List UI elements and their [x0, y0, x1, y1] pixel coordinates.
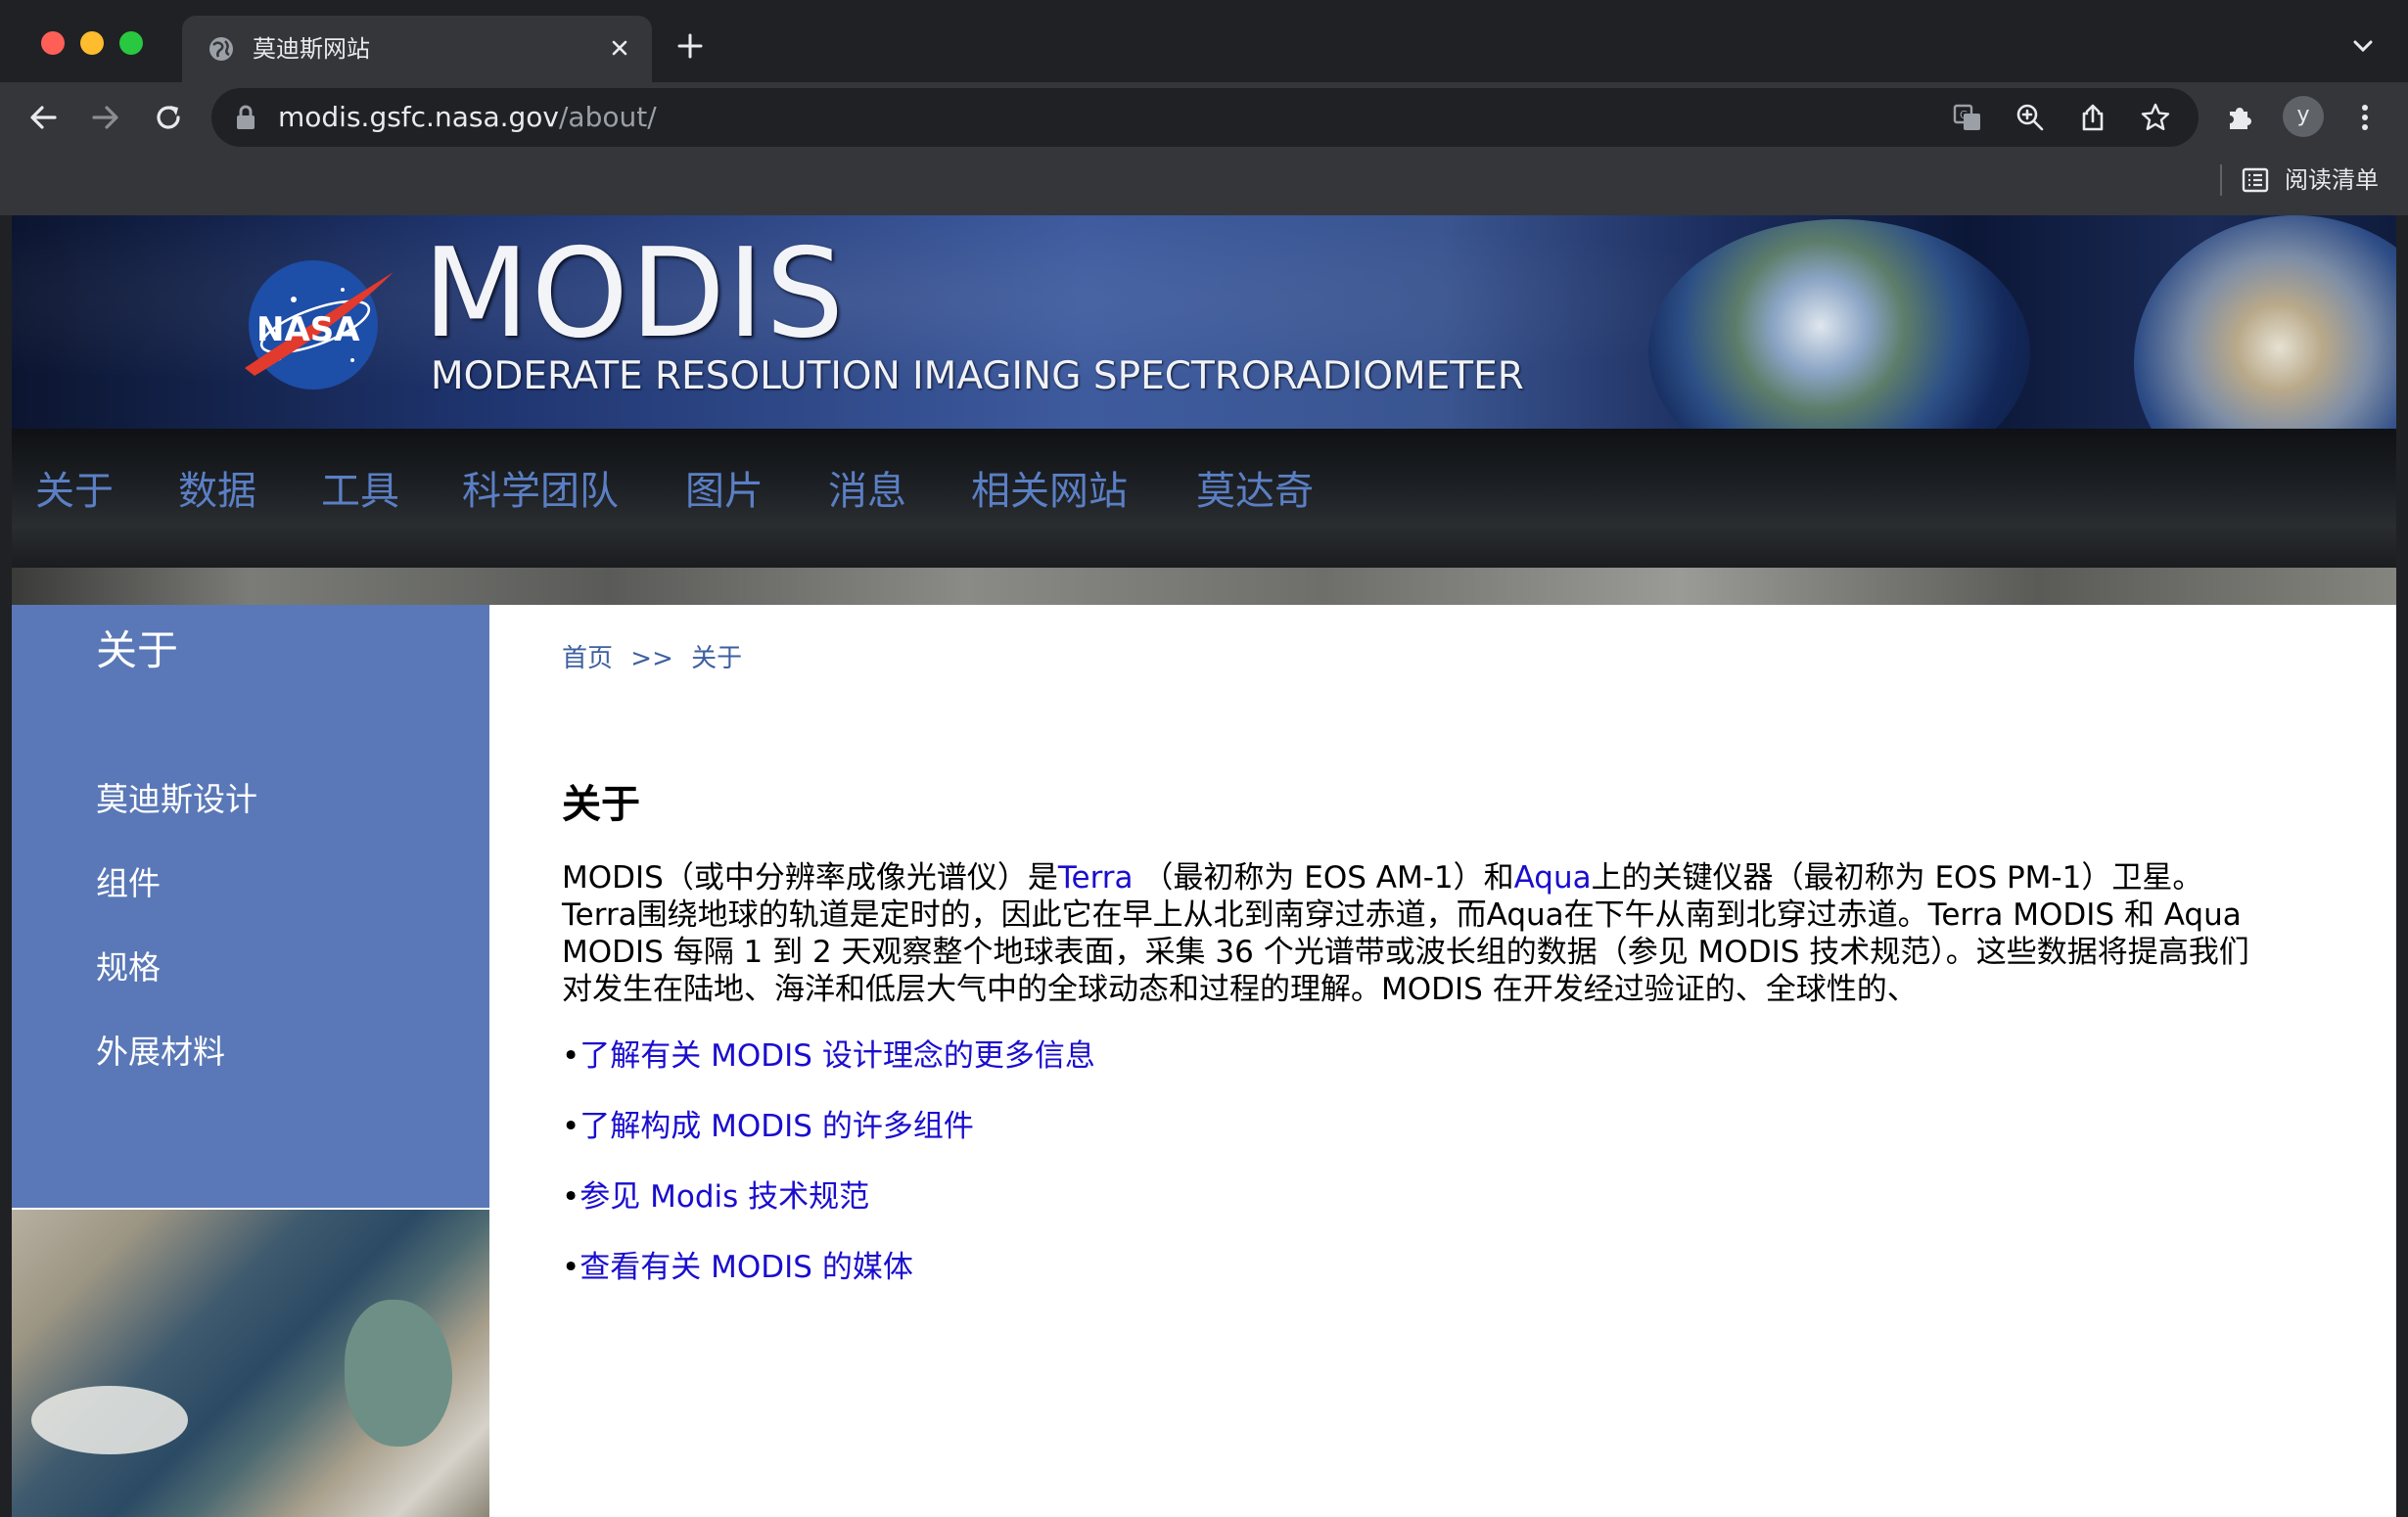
lock-icon[interactable] [235, 105, 256, 130]
maximize-window-button[interactable] [119, 31, 143, 55]
extensions-icon[interactable] [2222, 100, 2257, 135]
nav-item-science-team[interactable]: 科学团队 [462, 464, 619, 519]
nav-item-related-sites[interactable]: 相关网站 [971, 464, 1128, 519]
aqua-link[interactable]: Aqua [1514, 860, 1592, 896]
back-icon[interactable] [25, 100, 61, 135]
translate-icon[interactable]: G [1952, 102, 1983, 133]
link-media[interactable]: 查看有关 MODIS 的媒体 [579, 1250, 913, 1285]
reading-list-button[interactable]: 阅读清单 [2285, 164, 2379, 196]
globe-icon [209, 37, 233, 61]
list-item: •了解有关 MODIS 设计理念的更多信息 [562, 1035, 1095, 1077]
sidebar-item-outreach[interactable]: 外展材料 [96, 1030, 225, 1075]
bullet-symbol: • [562, 1109, 580, 1144]
close-icon[interactable] [605, 33, 634, 63]
browser-tab[interactable]: 莫迪斯网站 [182, 16, 652, 82]
bookmarks-bar [0, 155, 2408, 215]
site-title[interactable]: MODIS [423, 225, 846, 362]
address-bar[interactable]: modis.gsfc.nasa.gov/about/ G [211, 88, 2199, 147]
breadcrumb: 首页 >> 关于 [562, 640, 742, 677]
share-icon[interactable] [2077, 102, 2108, 133]
bookmarks-divider [2220, 164, 2222, 196]
bullet-symbol: • [562, 1038, 580, 1074]
paragraph-text: 上的关键仪器（最初称为 EOS PM-1）卫星。 [1591, 860, 2203, 896]
intro-paragraph: MODIS（或中分辨率成像光谱仪）是Terra （最初称为 EOS AM-1）和… [562, 859, 2363, 1008]
forward-icon[interactable] [88, 100, 123, 135]
minimize-window-button[interactable] [80, 31, 104, 55]
more-icon[interactable] [2347, 100, 2383, 135]
breadcrumb-current[interactable]: 关于 [691, 644, 742, 673]
sidebar-title: 关于 [96, 626, 179, 674]
paragraph-line-2: Terra围绕地球的轨道是定时的，因此它在早上从北到南穿过赤道，而Aqua在下午… [562, 897, 2242, 933]
zoom-icon[interactable] [2014, 102, 2046, 133]
nav-item-news[interactable]: 消息 [828, 464, 906, 519]
reload-icon[interactable] [151, 100, 186, 135]
url-text[interactable]: modis.gsfc.nasa.gov/about/ [278, 101, 657, 134]
paragraph-text: （最初称为 EOS AM-1）和 [1133, 860, 1514, 896]
satellite-image-cloud [31, 1386, 188, 1454]
profile-avatar[interactable]: y [2283, 96, 2324, 137]
nasa-logo[interactable]: NASA [235, 251, 401, 397]
paragraph-line-3: MODIS 每隔 1 到 2 天观察整个地球表面，采集 36 个光谱带或波长组的… [562, 935, 2249, 970]
sidebar-item-design[interactable]: 莫迪斯设计 [96, 777, 257, 822]
link-design-philosophy[interactable]: 了解有关 MODIS 设计理念的更多信息 [579, 1038, 1095, 1074]
list-item: •查看有关 MODIS 的媒体 [562, 1247, 913, 1288]
sidebar-item-components[interactable]: 组件 [96, 861, 161, 906]
site-subtitle: MODERATE RESOLUTION IMAGING SPECTRORADIO… [431, 354, 1524, 398]
link-specifications[interactable]: 参见 Modis 技术规范 [579, 1179, 869, 1215]
nav-item-about[interactable]: 关于 [35, 464, 114, 519]
chevron-down-icon[interactable] [2349, 35, 2377, 57]
list-item: •参见 Modis 技术规范 [562, 1176, 869, 1218]
bullet-symbol: • [562, 1250, 580, 1285]
tab-title: 莫迪斯网站 [253, 35, 370, 63]
sidebar-item-specifications[interactable]: 规格 [96, 945, 161, 990]
svg-text:G: G [1960, 109, 1968, 121]
breadcrumb-home[interactable]: 首页 [562, 644, 613, 673]
reading-list-icon[interactable] [2242, 166, 2269, 194]
nav-item-modaps[interactable]: 莫达奇 [1196, 464, 1314, 519]
breadcrumb-separator: >> [630, 644, 673, 673]
nav-item-tools[interactable]: 工具 [321, 464, 399, 519]
web-page: NASA MODIS MODERATE RESOLUTION IMAGING S… [12, 215, 2396, 1517]
sidebar [12, 605, 489, 1208]
plus-icon[interactable] [675, 31, 705, 61]
bullet-symbol: • [562, 1179, 580, 1215]
nav-terrain-strip [12, 568, 2396, 605]
paragraph-line-1: MODIS（或中分辨率成像光谱仪）是Terra （最初称为 EOS AM-1）和… [562, 859, 2363, 896]
paragraph-line-4: 对发生在陆地、海洋和低层大气中的全球动态和过程的理解。MODIS 在开发经过验证… [562, 972, 1918, 1007]
svg-text:NASA: NASA [256, 310, 360, 349]
page-title: 关于 [562, 782, 640, 827]
nav-item-data[interactable]: 数据 [178, 464, 256, 519]
terra-link[interactable]: Terra [1058, 860, 1134, 896]
paragraph-text: MODIS（或中分辨率成像光谱仪）是 [562, 860, 1058, 896]
link-components[interactable]: 了解构成 MODIS 的许多组件 [579, 1109, 974, 1144]
list-item: •了解构成 MODIS 的许多组件 [562, 1106, 974, 1147]
star-icon[interactable] [2140, 102, 2171, 133]
nav-item-images[interactable]: 图片 [685, 464, 764, 519]
close-window-button[interactable] [41, 31, 65, 55]
